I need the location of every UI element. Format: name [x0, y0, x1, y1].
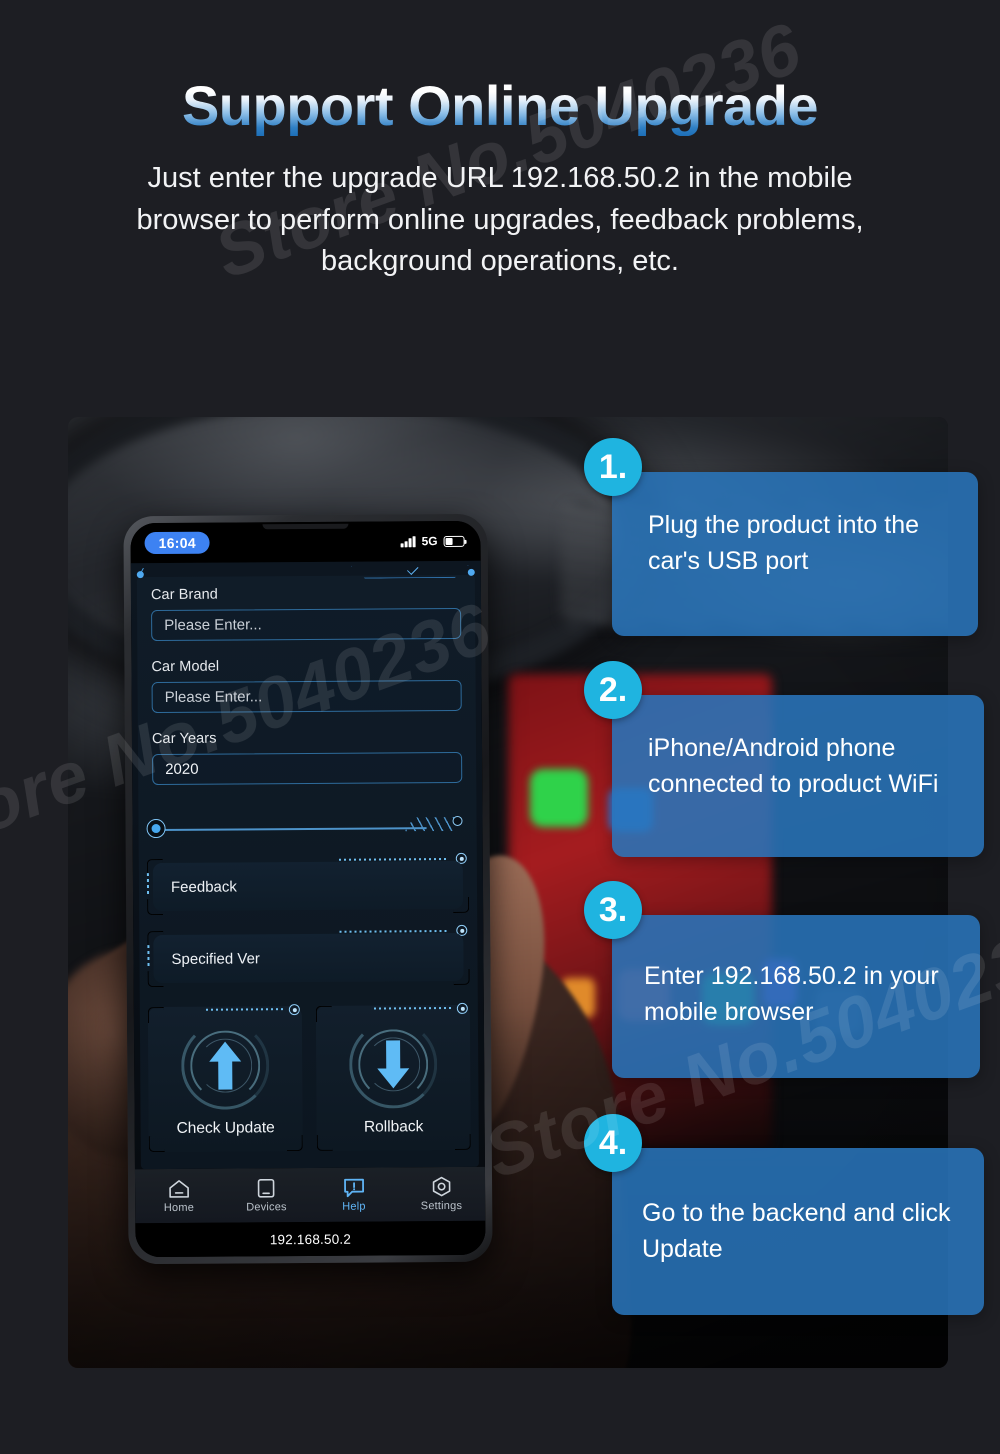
step-1-text: Plug the product into the car's USB port — [612, 472, 978, 636]
corner-decor — [316, 1134, 333, 1151]
arrow-down-icon — [377, 1039, 410, 1088]
dash-decor — [147, 945, 150, 968]
phone-notch — [262, 523, 349, 530]
rollback-label: Rollback — [363, 1117, 424, 1136]
field-label: Car Model — [151, 658, 220, 676]
field-car-years: Car Years 2020 — [151, 729, 463, 786]
step-3-badge: 3. — [584, 881, 642, 939]
header: Support Online Upgrade Just enter the up… — [0, 0, 1000, 282]
car-brand-input[interactable]: Please Enter... — [151, 607, 462, 642]
specified-ver-row[interactable]: Specified Ver — [147, 924, 470, 988]
gear-hex-icon — [432, 1176, 451, 1197]
tab-help[interactable]: Help — [310, 1177, 398, 1213]
tab-label: Devices — [246, 1200, 287, 1213]
tab-home[interactable]: Home — [135, 1178, 223, 1214]
ring-decor — [456, 1002, 468, 1014]
phone-device: 16:04 5G Car Brand Please Enter... Car M… — [123, 513, 493, 1265]
ring-decor — [288, 1004, 300, 1016]
tab-settings[interactable]: Settings — [398, 1176, 486, 1213]
bottom-tab-bar: Home Devices Help Settings — [134, 1166, 486, 1224]
tab-label: Settings — [420, 1199, 463, 1213]
corner-decor — [148, 1136, 165, 1153]
dash-decor — [146, 873, 149, 896]
check-update-label: Check Update — [176, 1118, 275, 1137]
car-info-form: Car Brand Please Enter... Car Model Plea… — [131, 561, 483, 786]
step-4-text: Go to the backend and click Update — [612, 1148, 984, 1315]
car-model-input[interactable]: Please Enter... — [151, 679, 462, 714]
car-years-input[interactable]: 2020 — [152, 751, 463, 786]
corner-decor — [454, 1133, 471, 1150]
feedback-row[interactable]: Feedback — [146, 852, 470, 916]
slider-track — [158, 827, 427, 831]
slider-end-dot — [452, 815, 463, 826]
battery-icon — [443, 535, 465, 547]
field-label: Car Brand — [150, 586, 218, 604]
dial-decoration — [180, 1020, 270, 1110]
help-chat-icon — [343, 1178, 364, 1197]
status-indicators: 5G — [401, 534, 465, 548]
tab-label: Help — [342, 1200, 366, 1213]
network-type-label: 5G — [421, 534, 438, 549]
check-update-button[interactable]: Check Update — [147, 1004, 303, 1153]
arrow-up-icon — [209, 1041, 242, 1090]
page-title: Support Online Upgrade — [181, 74, 819, 137]
phone-screen: 16:04 5G Car Brand Please Enter... Car M… — [130, 520, 486, 1258]
app-body: Car Brand Please Enter... Car Model Plea… — [130, 560, 486, 1258]
slider-knob[interactable] — [146, 818, 166, 839]
dotline-decor — [205, 1008, 286, 1011]
field-car-brand: Car Brand Please Enter... — [150, 585, 462, 642]
tab-label: Home — [163, 1201, 195, 1214]
step-2-text: iPhone/Android phone connected to produc… — [612, 695, 984, 857]
step-4-badge: 4. — [584, 1114, 642, 1172]
status-clock: 16:04 — [144, 531, 210, 555]
divider-slider-decoration — [140, 801, 468, 843]
signal-bars-icon — [401, 535, 416, 547]
page-subtitle: Just enter the upgrade URL 192.168.50.2 … — [136, 162, 864, 277]
dotline-decor — [373, 1006, 454, 1010]
rollback-button[interactable]: Rollback — [315, 1002, 471, 1151]
step-1-badge: 1. — [584, 438, 642, 496]
tab-devices[interactable]: Devices — [223, 1177, 311, 1213]
device-icon — [257, 1178, 275, 1198]
corner-decor — [315, 1005, 332, 1022]
step-2-badge: 2. — [584, 661, 642, 719]
step-3-text: Enter 192.168.50.2 in your mobile browse… — [612, 915, 980, 1078]
corner-decor — [286, 1135, 303, 1152]
page-root: Support Online Upgrade Just enter the up… — [0, 0, 1000, 1454]
specified-ver-label: Specified Ver — [153, 932, 464, 984]
corner-decor — [147, 1007, 164, 1024]
slider-hatch-decor — [397, 817, 455, 831]
field-car-model: Car Model Please Enter... — [151, 657, 462, 714]
field-label: Car Years — [151, 730, 217, 748]
feedback-label: Feedback — [152, 860, 464, 912]
dial-decoration — [348, 1019, 438, 1109]
url-bar[interactable]: 192.168.50.2 — [135, 1220, 486, 1258]
home-icon — [169, 1179, 189, 1198]
app-scroll-area[interactable]: Car Brand Please Enter... Car Model Plea… — [130, 560, 485, 1170]
